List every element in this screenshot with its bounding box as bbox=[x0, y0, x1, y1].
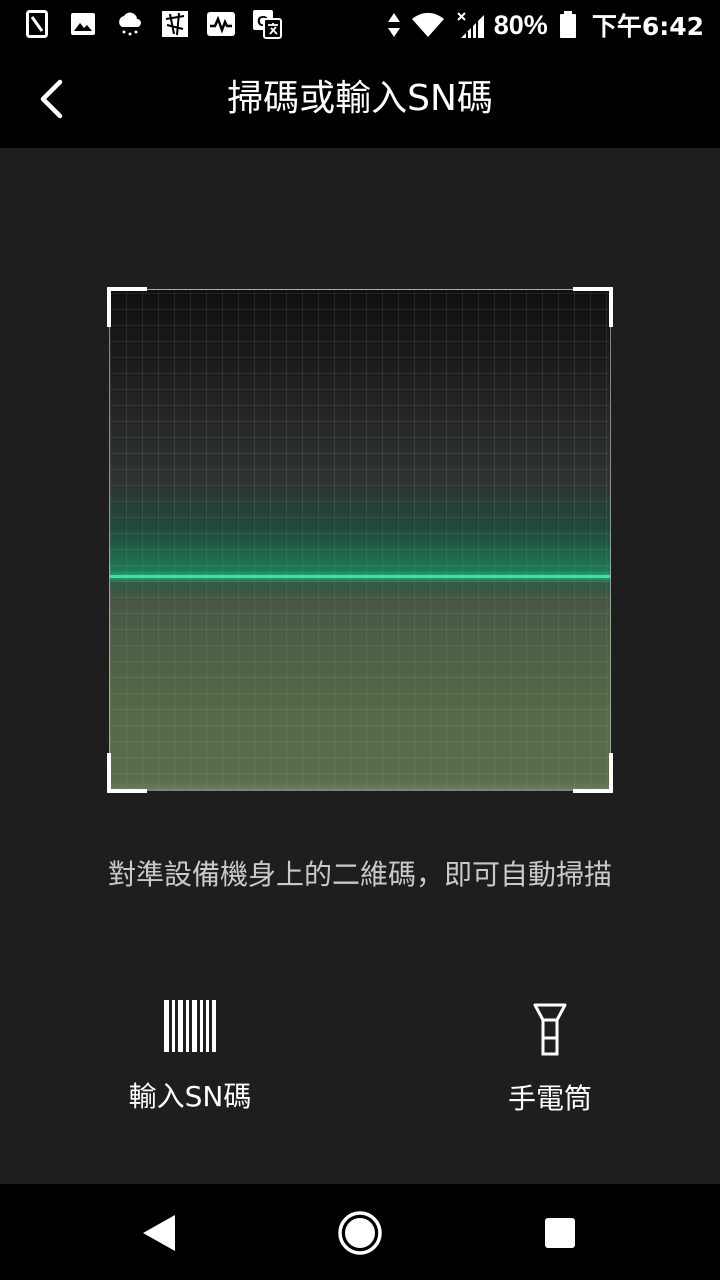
nav-recents-button[interactable] bbox=[535, 1208, 585, 1258]
viewfinder-corner-top-right bbox=[573, 287, 613, 327]
battery-percent: 80% bbox=[493, 9, 548, 40]
scan-hint: 對準設備機身上的二維碼，即可自動掃描 bbox=[107, 858, 612, 891]
status-bar: G 80% 下午6:42 bbox=[0, 0, 720, 50]
page-title: 掃碼或輸入SN碼 bbox=[227, 78, 493, 119]
data-arrows-icon bbox=[386, 10, 402, 40]
gallery-icon bbox=[68, 9, 98, 39]
app-bar: 掃碼或輸入SN碼 bbox=[0, 50, 720, 148]
battery-icon bbox=[558, 10, 578, 40]
status-left-icons: G bbox=[22, 9, 298, 39]
scan-line bbox=[110, 575, 610, 578]
pulse-icon bbox=[206, 9, 236, 39]
nav-back-button[interactable] bbox=[134, 1208, 184, 1258]
flashlight-button[interactable]: 手電筒 bbox=[460, 1002, 640, 1116]
puzzle-icon bbox=[160, 9, 190, 39]
screen: G 80% 下午6:42 掃碼或輸入SN碼 bbox=[0, 0, 720, 1280]
input-sn-button[interactable]: 輸入SN碼 bbox=[100, 1000, 280, 1114]
viewfinder-corner-bottom-left bbox=[107, 753, 147, 793]
nav-recents-icon bbox=[545, 1218, 575, 1248]
status-right: 80% 下午6:42 bbox=[386, 7, 704, 43]
flashlight-label: 手電筒 bbox=[507, 1082, 592, 1115]
scan-grid bbox=[110, 290, 610, 790]
scan-viewfinder bbox=[109, 289, 611, 791]
flashlight-icon bbox=[533, 1003, 567, 1056]
sim-icon bbox=[22, 9, 52, 39]
signal-icon bbox=[454, 10, 486, 40]
weather-icon bbox=[114, 9, 144, 39]
translate-icon: G bbox=[252, 9, 282, 39]
wifi-icon bbox=[410, 10, 446, 40]
barcode-icon bbox=[164, 1000, 216, 1052]
nav-home-button[interactable] bbox=[335, 1208, 385, 1258]
input-sn-label: 輸入SN碼 bbox=[128, 1080, 252, 1113]
status-time: 下午6:42 bbox=[591, 12, 704, 41]
viewfinder-corner-bottom-right bbox=[573, 753, 613, 793]
nav-home-icon bbox=[338, 1211, 382, 1255]
viewfinder-corner-top-left bbox=[107, 287, 147, 327]
nav-back-icon bbox=[143, 1215, 175, 1251]
nav-bar bbox=[0, 1184, 720, 1280]
